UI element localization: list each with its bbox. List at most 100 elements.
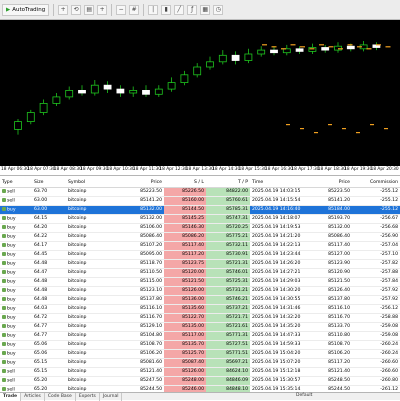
autotrading-button[interactable]: ▶ AutoTrading <box>2 3 50 16</box>
trade-row[interactable]: buy 65.06 bitcoinp 85108.70 85135.70 85727.51… <box>0 340 400 350</box>
trade-type-icon <box>2 323 6 328</box>
trade-cell: 85244.50 <box>320 385 352 392</box>
price-chart[interactable] <box>0 20 400 166</box>
trade-cell: 85785.31 <box>206 205 250 215</box>
column-header[interactable]: Type <box>0 178 32 188</box>
trade-cell: 2025.04.19 14:35:20 <box>250 322 320 332</box>
column-header[interactable]: Symbol <box>66 178 124 188</box>
period-icon[interactable]: ◷ <box>213 4 224 15</box>
indicator-icon[interactable]: ƒ <box>187 4 198 15</box>
trade-row[interactable]: buy 64.45 bitcoinp 85095.00 85117.20 85730.91… <box>0 250 400 260</box>
trade-row[interactable]: buy 64.48 bitcoinp 85115.00 85121.50 85725.31… <box>0 277 400 287</box>
trade-cell: 2025.04.19 15:07:20 <box>250 358 320 368</box>
zoom-in-icon[interactable]: + <box>97 4 108 15</box>
trade-cell: 85120.00 <box>164 268 206 278</box>
trade-row[interactable]: buy 64.48 bitcoinp 85137.80 85136.00 85746.21… <box>0 295 400 305</box>
trade-row[interactable]: buy 65.15 bitcoinp 85081.60 85087.40 85697.21… <box>0 358 400 368</box>
trade-row[interactable]: sell 63.00 bitcoinp 85141.20 85160.00 85760.6… <box>0 196 400 206</box>
trade-cell: 85747.31 <box>206 214 250 224</box>
toolbar-separator <box>143 3 145 16</box>
trade-type-icon <box>2 386 6 391</box>
trade-type-label: buy <box>7 261 16 267</box>
trade-row[interactable]: buy 64.48 bitcoinp 85123.10 85126.00 85731.21… <box>0 286 400 296</box>
trade-cell: -255.12 <box>352 205 400 215</box>
trade-row[interactable]: sell 65.20 bitcoinp 85244.50 85246.00 84848.1… <box>0 385 400 392</box>
trade-cell: -259.08 <box>352 331 400 341</box>
trade-row[interactable]: sell 65.15 bitcoinp 85121.40 85126.00 84624.1… <box>0 367 400 377</box>
table-header: Type Size Symbol Price S / LT / P Time Price Co… <box>0 178 400 188</box>
order-marker <box>357 46 362 48</box>
history-icon[interactable]: ⟲ <box>71 4 82 15</box>
trade-type-label: buy <box>7 342 16 348</box>
trade-cell: 2025.04.19 14:23:44 <box>250 250 320 260</box>
tab-experts[interactable]: Experts <box>76 392 100 401</box>
trade-row[interactable]: sell 63.70 bitcoinp 85223.50 85226.50 84822.0… <box>0 187 400 197</box>
trade-row[interactable]: buy 64.17 bitcoinp 85107.20 85117.40 85732.11… <box>0 241 400 251</box>
tab-journal[interactable]: Journal <box>100 392 123 401</box>
trade-cell: buy <box>0 205 32 215</box>
trade-cell: bitcoinp <box>66 304 124 314</box>
zoom-out-icon[interactable]: − <box>116 4 127 15</box>
trade-cell: -256.12 <box>352 304 400 314</box>
tab-articles[interactable]: Articles <box>21 392 45 401</box>
trade-cell: 2025.04.19 15:35:14 <box>250 385 320 392</box>
trade-cell: 64.48 <box>32 286 66 296</box>
trade-row[interactable]: buy 64.72 bitcoinp 85116.70 85122.70 85721.71… <box>0 313 400 323</box>
line-chart-icon[interactable]: ╱ <box>174 4 185 15</box>
trade-cell: 85133.70 <box>320 322 352 332</box>
trade-cell: 65.06 <box>32 349 66 359</box>
trade-cell: -257.88 <box>352 268 400 278</box>
trade-row[interactable]: buy 64.47 bitcoinp 85110.50 85120.00 85746.01… <box>0 268 400 278</box>
time-axis-label: 18 Apr 08:30 <box>53 167 82 172</box>
order-marker <box>300 46 305 48</box>
bar-chart-icon[interactable]: | <box>148 4 159 15</box>
candle-chart-icon[interactable]: ▮ <box>161 4 172 15</box>
trade-cell: 85117.40 <box>320 241 352 251</box>
trade-cell: 85721.71 <box>206 313 250 323</box>
trade-cell: 85123.10 <box>124 286 164 296</box>
time-axis: 18 Apr 06:30 18 Apr 07:30 18 Apr 08:30 18 A… <box>0 166 400 176</box>
trade-cell: 85144.50 <box>164 205 206 215</box>
new-order-icon[interactable]: + <box>58 4 69 15</box>
trade-cell: 85141.20 <box>124 196 164 206</box>
candle-body <box>154 88 163 95</box>
column-header[interactable]: T / P <box>206 178 250 188</box>
column-header[interactable]: Price <box>124 178 164 188</box>
trade-row[interactable]: buy 64.03 bitcoinp 85116.10 85135.60 85737.21… <box>0 304 400 314</box>
trade-row[interactable]: buy 63.00 bitcoinp 85132.00 85144.50 85785.31… <box>0 205 400 215</box>
tab-trade[interactable]: Trade <box>0 392 22 401</box>
trade-type-label: buy <box>7 351 16 357</box>
template-icon[interactable]: ▦ <box>200 4 211 15</box>
trade-cell: 2025.04.19 14:32:20 <box>250 313 320 323</box>
trade-cell: sell <box>0 376 32 386</box>
chart-icon[interactable]: ▤ <box>84 4 95 15</box>
column-header[interactable]: S / L <box>164 178 206 188</box>
trade-cell: 64.77 <box>32 322 66 332</box>
trade-row[interactable]: buy 64.77 bitcoinp 85104.80 85117.00 85771.31… <box>0 331 400 341</box>
trade-cell: 84624.10 <box>206 367 250 377</box>
order-marker <box>328 46 334 48</box>
column-header[interactable]: Size <box>32 178 66 188</box>
candle-body <box>52 96 61 104</box>
trade-row[interactable]: buy 65.06 bitcoinp 85106.20 85125.70 85771.51… <box>0 349 400 359</box>
order-marker <box>319 44 324 46</box>
trade-row[interactable]: buy 64.48 bitcoinp 85118.70 85123.75 85721.31… <box>0 259 400 269</box>
trade-cell: 85116.10 <box>124 304 164 314</box>
trade-row[interactable]: buy 64.15 bitcoinp 85132.00 85145.25 85747.31… <box>0 214 400 224</box>
grid-icon[interactable]: # <box>129 4 140 15</box>
trade-cell: 85137.80 <box>320 295 352 305</box>
tab-code-base[interactable]: Code Base <box>45 392 76 401</box>
trade-row[interactable]: sell 65.20 bitcoinp 85247.50 85248.00 84846.0… <box>0 376 400 386</box>
column-header[interactable]: Time <box>250 178 320 188</box>
column-header[interactable]: Commission <box>352 178 400 188</box>
trade-row[interactable]: buy 64.22 bitcoinp 85086.40 85086.20 85775.21… <box>0 232 400 242</box>
trade-cell: 85746.01 <box>206 268 250 278</box>
trade-row[interactable]: buy 64.20 bitcoinp 85106.00 85146.30 85720.25… <box>0 223 400 233</box>
column-header[interactable]: Price <box>320 178 352 188</box>
order-marker <box>347 44 353 46</box>
trade-cell: 64.45 <box>32 250 66 260</box>
trade-row[interactable]: buy 64.77 bitcoinp 85129.10 85135.00 85721.61… <box>0 322 400 332</box>
trade-cell: buy <box>0 340 32 350</box>
trade-type-icon <box>2 260 6 265</box>
trade-cell: buy <box>0 232 32 242</box>
